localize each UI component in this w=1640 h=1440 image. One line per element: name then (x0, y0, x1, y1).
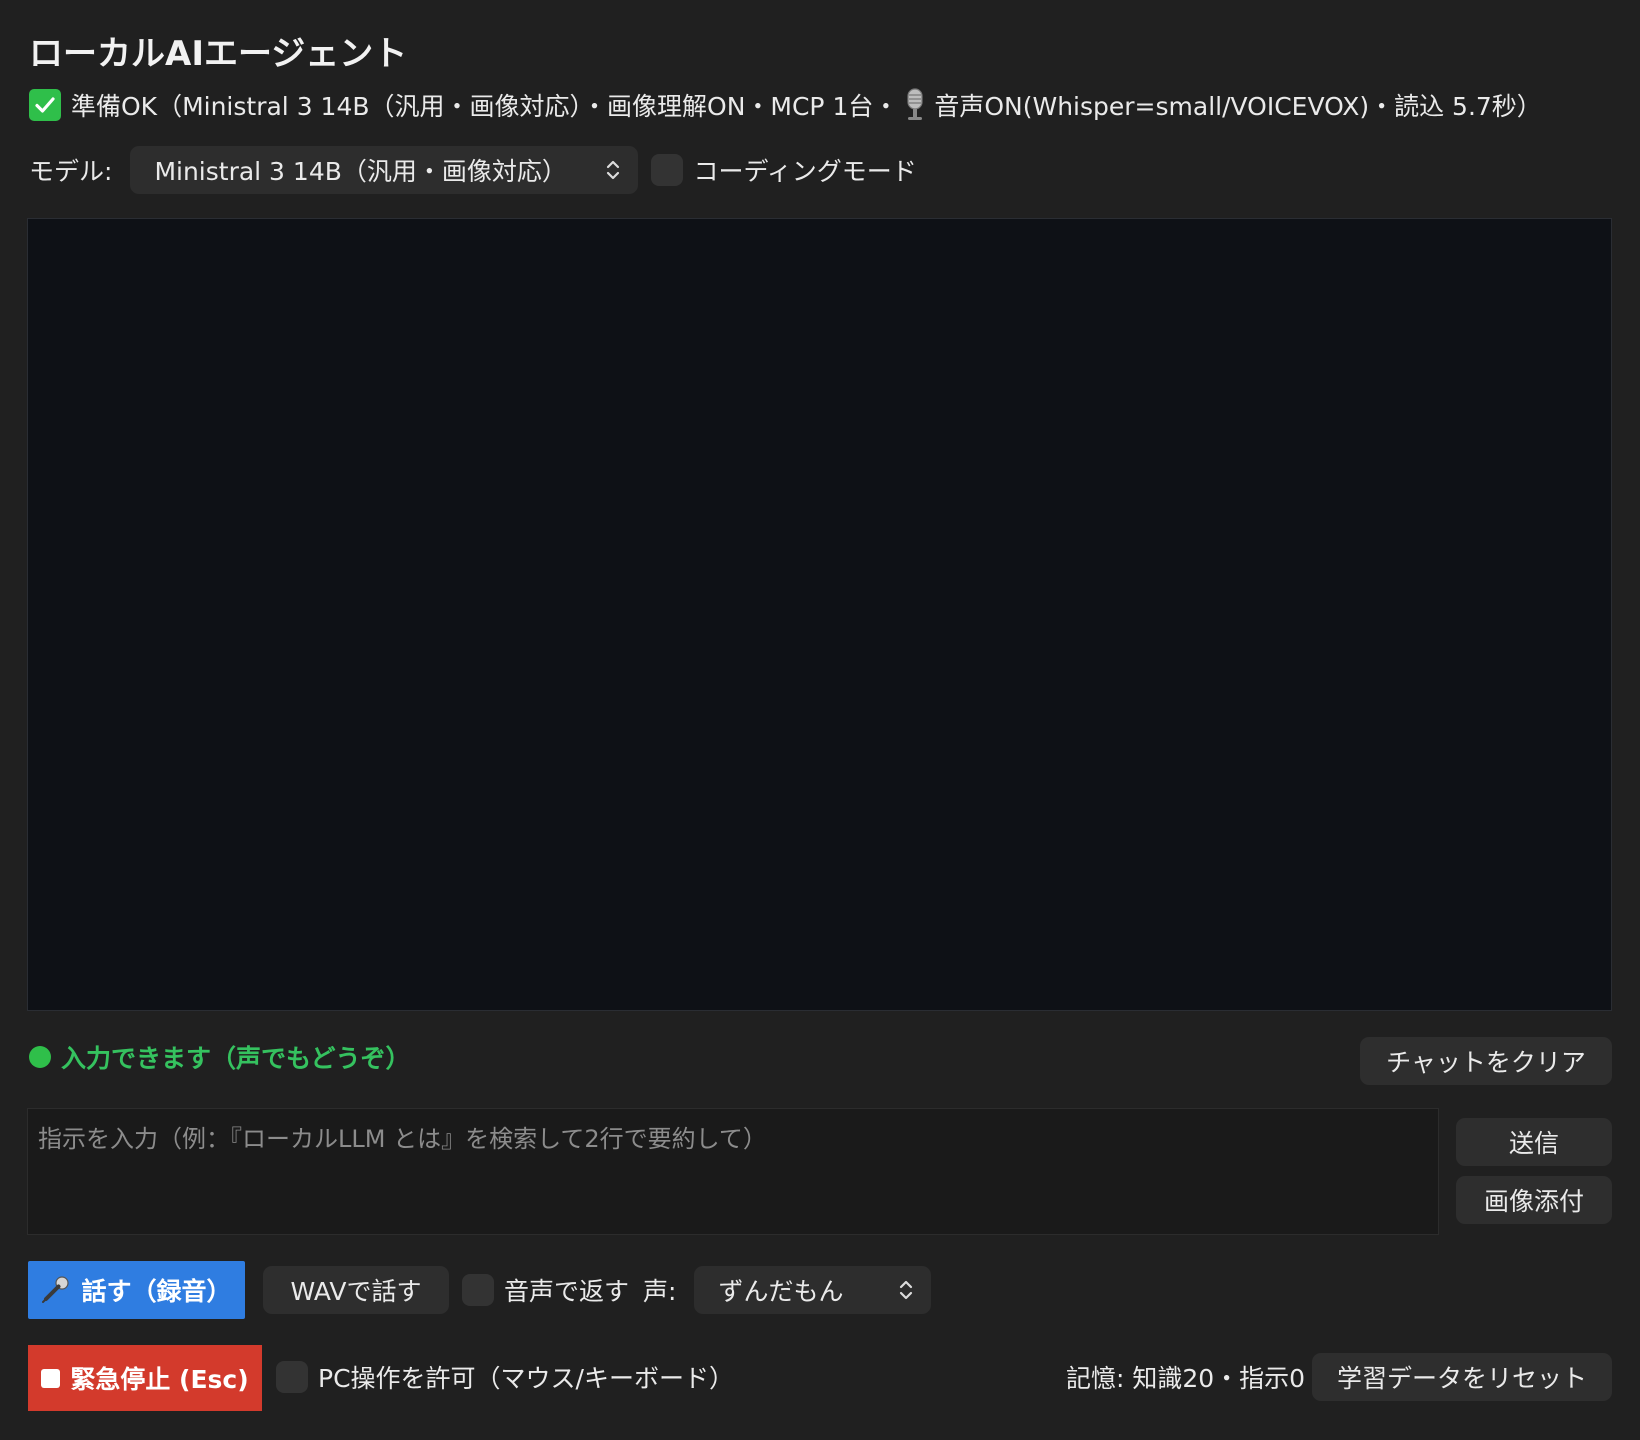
coding-mode-label: コーディングモード (693, 157, 917, 186)
voice-reply-label: 音声で返す (504, 1277, 630, 1306)
voice-reply-row: 音声で返す 声: ずんだもん (462, 1266, 932, 1314)
model-label: モデル: (29, 157, 113, 186)
ready-status: 入力できます（声でもどうぞ） (29, 1037, 411, 1077)
emergency-stop-label: 緊急停止 (Esc) (70, 1365, 249, 1394)
voice-reply-checkbox[interactable] (462, 1274, 494, 1306)
talk-record-label: 話す（録音） (81, 1277, 232, 1306)
allow-pc-control-toggle[interactable]: PC操作を許可（マウス/キーボード） (276, 1353, 734, 1401)
allow-pc-control-label: PC操作を許可（マウス/キーボード） (318, 1364, 734, 1393)
send-button[interactable]: 送信 (1456, 1118, 1612, 1166)
memory-counter: 記憶: 知識20・指示0 (1066, 1364, 1306, 1393)
reset-learning-button[interactable]: 学習データをリセット (1312, 1353, 1612, 1401)
wav-talk-button[interactable]: WAVで話す (263, 1266, 449, 1314)
attach-image-button[interactable]: 画像添付 (1456, 1176, 1612, 1224)
allow-pc-control-checkbox[interactable] (276, 1361, 308, 1393)
app-title: ローカルAIエージェント (29, 34, 408, 74)
emergency-stop-button[interactable]: 緊急停止 (Esc) (28, 1345, 262, 1411)
coding-mode-checkbox[interactable] (651, 154, 684, 186)
check-mark-icon (29, 89, 61, 121)
chevron-up-down-icon (604, 158, 622, 188)
coding-mode-toggle[interactable]: コーディングモード (651, 152, 917, 188)
chat-log[interactable] (27, 218, 1612, 1011)
voice-select-value: ずんだもん (718, 1277, 844, 1306)
voice-label: 声: (643, 1277, 677, 1306)
microphone-icon (41, 1275, 71, 1305)
status-text-prefix: 準備OK（Ministral 3 14B（汎用・画像対応）・画像理解ON・MCP… (71, 92, 899, 121)
chevron-up-down-icon (897, 1278, 915, 1308)
ready-text: 入力できます（声でもどうぞ） (61, 1044, 411, 1073)
studio-microphone-icon (904, 88, 926, 122)
instruction-input[interactable] (38, 1119, 1428, 1224)
ready-dot-icon (29, 1046, 51, 1068)
status-text-suffix: 音声ON(Whisper=small/VOICEVOX)・読込 5.7秒） (934, 92, 1542, 121)
talk-record-button[interactable]: 話す（録音） (28, 1261, 245, 1319)
model-select[interactable]: Ministral 3 14B（汎用・画像対応） (130, 146, 639, 194)
status-line: 準備OK（Ministral 3 14B（汎用・画像対応）・画像理解ON・MCP… (29, 85, 1542, 125)
instruction-input-container (27, 1108, 1439, 1235)
clear-chat-button[interactable]: チャットをクリア (1360, 1037, 1612, 1085)
model-row: モデル: Ministral 3 14B（汎用・画像対応） コーディングモード (29, 146, 917, 194)
model-select-value: Ministral 3 14B（汎用・画像対応） (154, 157, 567, 186)
app-window: ローカルAIエージェント 準備OK（Ministral 3 14B（汎用・画像対… (0, 0, 1640, 1440)
stop-square-icon (41, 1368, 61, 1388)
voice-select[interactable]: ずんだもん (694, 1266, 932, 1314)
